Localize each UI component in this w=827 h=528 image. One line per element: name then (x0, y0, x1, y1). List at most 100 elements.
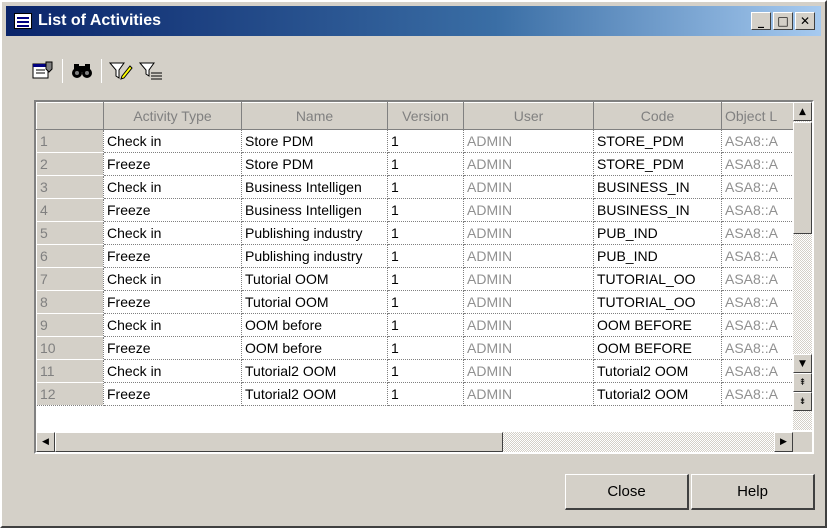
cell-user[interactable]: ADMIN (463, 313, 594, 337)
cell-object-location[interactable]: ASA8::A (721, 129, 802, 153)
find-button[interactable] (67, 56, 97, 86)
cell-activity-type[interactable]: Freeze (103, 152, 242, 176)
cell-code[interactable]: TUTORIAL_OO (593, 267, 722, 291)
cell-name[interactable]: Tutorial2 OOM (241, 359, 388, 383)
row-number[interactable]: 9 (36, 313, 104, 337)
maximize-button[interactable]: □ (773, 12, 793, 30)
row-number[interactable]: 6 (36, 244, 104, 268)
filter-edit-button[interactable] (106, 56, 136, 86)
scroll-left-arrow-icon[interactable]: ◀ (36, 432, 55, 452)
cell-activity-type[interactable]: Check in (103, 129, 242, 153)
table-row[interactable]: 6 Freeze Publishing industry 1 ADMIN PUB_IND A… (36, 244, 802, 268)
cell-name[interactable]: Business Intelligen (241, 198, 388, 222)
column-header-code[interactable]: Code (593, 102, 722, 130)
horizontal-scrollbar[interactable]: ◀ ▶ (36, 432, 793, 452)
cell-version[interactable]: 1 (387, 290, 464, 314)
close-window-button[interactable]: ✕ (795, 12, 815, 30)
table-row[interactable]: 9 Check in OOM before 1 ADMIN OOM BEFORE ASA8:… (36, 313, 802, 337)
table-row[interactable]: 2 Freeze Store PDM 1 ADMIN STORE_PDM ASA8::A (36, 152, 802, 176)
cell-code[interactable]: BUSINESS_IN (593, 175, 722, 199)
cell-activity-type[interactable]: Freeze (103, 198, 242, 222)
cell-object-location[interactable]: ASA8::A (721, 221, 802, 245)
title-bar[interactable]: List of Activities _ □ ✕ (6, 6, 821, 36)
table-row[interactable]: 3 Check in Business Intelligen 1 ADMIN BUSINE… (36, 175, 802, 199)
help-button[interactable]: Help (691, 474, 815, 510)
cell-name[interactable]: Business Intelligen (241, 175, 388, 199)
vertical-scrollbar[interactable]: ▲ ▼ ⇞ ⇟ (793, 102, 812, 430)
horizontal-scroll-thumb[interactable] (55, 432, 503, 452)
activities-grid[interactable]: Activity Type Name Version User Code Obj… (34, 100, 814, 454)
page-up-arrow-icon[interactable]: ⇞ (793, 373, 812, 392)
cell-version[interactable]: 1 (387, 129, 464, 153)
cell-code[interactable]: Tutorial2 OOM (593, 382, 722, 406)
row-number[interactable]: 4 (36, 198, 104, 222)
table-row[interactable]: 10 Freeze OOM before 1 ADMIN OOM BEFORE ASA8::… (36, 336, 802, 360)
cell-object-location[interactable]: ASA8::A (721, 175, 802, 199)
cell-activity-type[interactable]: Freeze (103, 244, 242, 268)
cell-name[interactable]: Tutorial2 OOM (241, 382, 388, 406)
close-button[interactable]: Close (565, 474, 689, 510)
row-number[interactable]: 7 (36, 267, 104, 291)
cell-user[interactable]: ADMIN (463, 198, 594, 222)
cell-activity-type[interactable]: Check in (103, 175, 242, 199)
table-row[interactable]: 11 Check in Tutorial2 OOM 1 ADMIN Tutorial2 O… (36, 359, 802, 383)
cell-name[interactable]: OOM before (241, 336, 388, 360)
cell-object-location[interactable]: ASA8::A (721, 382, 802, 406)
table-row[interactable]: 4 Freeze Business Intelligen 1 ADMIN BUSINESS… (36, 198, 802, 222)
row-number[interactable]: 2 (36, 152, 104, 176)
cell-activity-type[interactable]: Check in (103, 221, 242, 245)
scroll-right-arrow-icon[interactable]: ▶ (774, 432, 793, 452)
cell-version[interactable]: 1 (387, 267, 464, 291)
cell-code[interactable]: TUTORIAL_OO (593, 290, 722, 314)
cell-name[interactable]: Tutorial OOM (241, 290, 388, 314)
table-row[interactable]: 8 Freeze Tutorial OOM 1 ADMIN TUTORIAL_OO ASA8… (36, 290, 802, 314)
column-header-activity-type[interactable]: Activity Type (103, 102, 242, 130)
cell-code[interactable]: OOM BEFORE (593, 336, 722, 360)
row-number[interactable]: 8 (36, 290, 104, 314)
cell-user[interactable]: ADMIN (463, 336, 594, 360)
cell-activity-type[interactable]: Freeze (103, 290, 242, 314)
table-row[interactable]: 5 Check in Publishing industry 1 ADMIN PUB_IN… (36, 221, 802, 245)
cell-version[interactable]: 1 (387, 359, 464, 383)
cell-object-location[interactable]: ASA8::A (721, 359, 802, 383)
cell-version[interactable]: 1 (387, 221, 464, 245)
row-number[interactable]: 1 (36, 129, 104, 153)
cell-activity-type[interactable]: Freeze (103, 382, 242, 406)
page-down-arrow-icon[interactable]: ⇟ (793, 392, 812, 411)
row-number[interactable]: 10 (36, 336, 104, 360)
cell-code[interactable]: STORE_PDM (593, 129, 722, 153)
cell-code[interactable]: OOM BEFORE (593, 313, 722, 337)
cell-name[interactable]: OOM before (241, 313, 388, 337)
cell-code[interactable]: PUB_IND (593, 221, 722, 245)
cell-activity-type[interactable]: Check in (103, 313, 242, 337)
cell-user[interactable]: ADMIN (463, 152, 594, 176)
cell-activity-type[interactable]: Check in (103, 267, 242, 291)
cell-object-location[interactable]: ASA8::A (721, 290, 802, 314)
cell-name[interactable]: Tutorial OOM (241, 267, 388, 291)
cell-name[interactable]: Publishing industry (241, 221, 388, 245)
cell-version[interactable]: 1 (387, 152, 464, 176)
scroll-up-arrow-icon[interactable]: ▲ (793, 102, 812, 121)
cell-user[interactable]: ADMIN (463, 267, 594, 291)
column-header-version[interactable]: Version (387, 102, 464, 130)
scroll-down-arrow-icon[interactable]: ▼ (793, 354, 812, 373)
row-number[interactable]: 3 (36, 175, 104, 199)
cell-version[interactable]: 1 (387, 313, 464, 337)
cell-object-location[interactable]: ASA8::A (721, 152, 802, 176)
column-header-name[interactable]: Name (241, 102, 388, 130)
row-number[interactable]: 5 (36, 221, 104, 245)
cell-object-location[interactable]: ASA8::A (721, 267, 802, 291)
row-number-header[interactable] (36, 102, 104, 130)
filter-button[interactable] (136, 56, 166, 86)
cell-code[interactable]: STORE_PDM (593, 152, 722, 176)
cell-version[interactable]: 1 (387, 336, 464, 360)
table-row[interactable]: 7 Check in Tutorial OOM 1 ADMIN TUTORIAL_OO AS… (36, 267, 802, 291)
cell-user[interactable]: ADMIN (463, 359, 594, 383)
row-number[interactable]: 11 (36, 359, 104, 383)
cell-activity-type[interactable]: Freeze (103, 336, 242, 360)
cell-user[interactable]: ADMIN (463, 244, 594, 268)
cell-version[interactable]: 1 (387, 175, 464, 199)
properties-button[interactable] (28, 56, 58, 86)
cell-object-location[interactable]: ASA8::A (721, 198, 802, 222)
cell-name[interactable]: Store PDM (241, 129, 388, 153)
